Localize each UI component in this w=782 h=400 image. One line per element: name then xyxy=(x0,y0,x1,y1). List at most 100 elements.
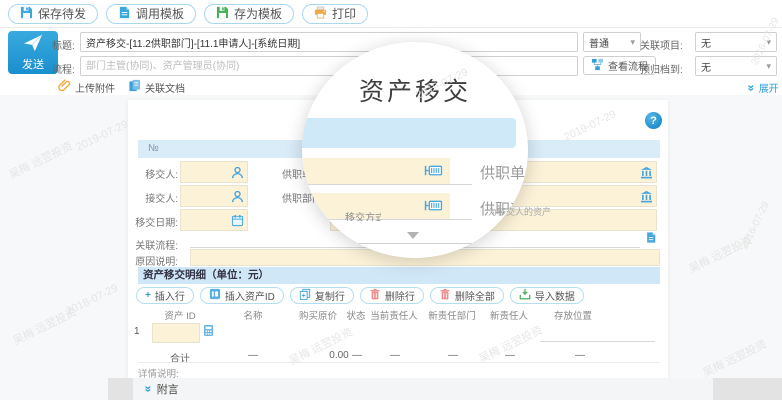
magnified-dept-field xyxy=(302,193,472,220)
form-title: 资产移交 xyxy=(302,72,528,108)
use-template-button[interactable]: 调用模板 xyxy=(106,4,196,24)
top-toolbar: 保存待发 调用模板 存为模板 打印 xyxy=(0,0,782,28)
col-new-department: 新责任部门 xyxy=(428,308,476,322)
total-new-department: — xyxy=(448,350,458,361)
detail-section-header: 资产移交明细（单位：元） xyxy=(138,267,660,284)
prearchive-value: 无 xyxy=(701,59,711,74)
chevron-double-down-icon: » xyxy=(142,386,154,393)
flow-document-icon[interactable] xyxy=(645,231,657,247)
row-number: 1 xyxy=(134,326,140,337)
person-icon xyxy=(231,190,244,206)
prearchive-label: 预归档到: xyxy=(640,61,683,76)
total-new-owner: — xyxy=(505,350,515,361)
col-current-owner: 当前责任人 xyxy=(370,308,418,322)
transfer-date-input[interactable] xyxy=(180,209,248,231)
import-icon xyxy=(519,288,531,303)
organization-icon xyxy=(640,190,653,206)
organization-icon xyxy=(640,166,653,182)
related-flow-label: 关联流程: xyxy=(128,237,178,252)
copy-row-button[interactable]: 复制行 xyxy=(290,287,354,304)
col-original-price: 购买原价 xyxy=(299,308,337,322)
related-project-label: 关联项目: xyxy=(640,37,683,52)
linked-document-icon xyxy=(128,79,141,95)
import-data-label: 导入数据 xyxy=(535,288,575,303)
barcode-icon xyxy=(424,198,443,216)
send-label: 发送 xyxy=(22,56,44,72)
related-project-value: 无 xyxy=(701,35,711,50)
delete-row-button[interactable]: 删除行 xyxy=(360,287,424,304)
calendar-icon xyxy=(231,214,244,230)
dropdown-underline xyxy=(336,243,496,244)
caret-down-icon: ▾ xyxy=(766,38,771,47)
total-current-owner: — xyxy=(390,350,400,361)
magnified-dept-label: 供职部门: xyxy=(480,198,514,218)
delete-all-label: 删除全部 xyxy=(455,288,495,303)
col-name: 名称 xyxy=(243,308,262,322)
delete-row-label: 删除行 xyxy=(385,288,415,303)
magnified-unit-label: 供职单位: xyxy=(480,162,528,182)
paperclip-icon xyxy=(58,79,71,95)
magnified-number-bar xyxy=(302,118,516,148)
insert-asset-id-label: 插入资产ID xyxy=(225,288,275,303)
col-storage-location: 存放位置 xyxy=(554,308,592,322)
col-new-owner: 新责任人 xyxy=(490,308,528,322)
upload-attachment-label: 上传附件 xyxy=(75,80,115,95)
col-asset-id: 资产 ID xyxy=(164,308,195,322)
total-status: — xyxy=(352,350,362,361)
print-label: 打印 xyxy=(332,5,356,22)
trash-icon xyxy=(369,288,381,303)
col-status: 状态 xyxy=(346,308,365,322)
related-project-dropdown[interactable]: 无 ▾ xyxy=(695,32,777,52)
print-button[interactable]: 打印 xyxy=(302,4,368,24)
transfer-date-label: 移交日期: xyxy=(128,214,178,229)
asset-id-input[interactable] xyxy=(152,323,200,343)
copy-icon xyxy=(299,288,311,303)
postscript-bar[interactable]: » 附言 xyxy=(133,378,713,400)
printer-icon xyxy=(314,6,327,22)
transferor-input[interactable] xyxy=(180,161,248,183)
save-as-template-label: 存为模板 xyxy=(234,5,282,22)
flow-label: 流程: xyxy=(52,61,75,76)
related-document-label: 关联文档 xyxy=(145,80,185,95)
related-document-link[interactable]: 关联文档 xyxy=(128,79,185,95)
chevron-double-down-icon: » xyxy=(745,84,757,91)
save-pending-label: 保存待发 xyxy=(38,5,86,22)
prearchive-dropdown[interactable]: 无 ▾ xyxy=(695,56,777,76)
trash-icon xyxy=(439,288,451,303)
storage-location-input[interactable] xyxy=(540,322,655,342)
priority-dropdown[interactable]: 普通 ▾ xyxy=(583,32,641,52)
upload-attachment-link[interactable]: 上传附件 xyxy=(58,79,115,95)
insert-asset-id-button[interactable]: 插入资产ID xyxy=(200,287,284,304)
transferor-label: 移交人: xyxy=(128,166,178,181)
divider xyxy=(138,362,660,363)
document-template-icon xyxy=(118,6,131,22)
send-button[interactable]: 发送 xyxy=(8,31,58,74)
detail-toolbar: + 插入行 插入资产ID 复制行 删除行 删除全部 导入数据 xyxy=(136,287,584,304)
expand-link[interactable]: » 展开 xyxy=(748,80,779,95)
app-window: 保存待发 调用模板 存为模板 打印 发送 标题: 普通 ▾ 关联项目: 无 ▾ xyxy=(0,0,782,400)
use-template-label: 调用模板 xyxy=(136,5,184,22)
receiver-input[interactable] xyxy=(180,185,248,207)
dropdown-triangle-icon xyxy=(407,232,419,239)
total-price: 0.00 xyxy=(329,350,348,361)
caret-down-icon: ▾ xyxy=(630,38,635,47)
insert-id-icon xyxy=(209,288,221,303)
save-pending-button[interactable]: 保存待发 xyxy=(8,4,98,24)
reason-label: 原因说明: xyxy=(128,253,178,268)
plus-icon: + xyxy=(145,290,151,301)
barcode-icon xyxy=(424,163,443,181)
copy-row-label: 复制行 xyxy=(315,288,345,303)
insert-row-label: 插入行 xyxy=(155,288,185,303)
import-data-button[interactable]: 导入数据 xyxy=(510,287,584,304)
paper-plane-icon xyxy=(22,34,44,55)
title-input[interactable] xyxy=(80,32,578,52)
delete-all-button[interactable]: 删除全部 xyxy=(430,287,504,304)
insert-row-button[interactable]: + 插入行 xyxy=(136,287,194,304)
flowchart-icon xyxy=(591,58,604,74)
help-icon[interactable]: ? xyxy=(645,112,662,129)
postscript-label: 附言 xyxy=(157,381,179,397)
floppy-disk-icon xyxy=(20,6,33,22)
save-as-template-button[interactable]: 存为模板 xyxy=(204,4,294,24)
caret-down-icon: ▾ xyxy=(766,62,771,71)
asset-picker-icon[interactable] xyxy=(203,324,214,340)
